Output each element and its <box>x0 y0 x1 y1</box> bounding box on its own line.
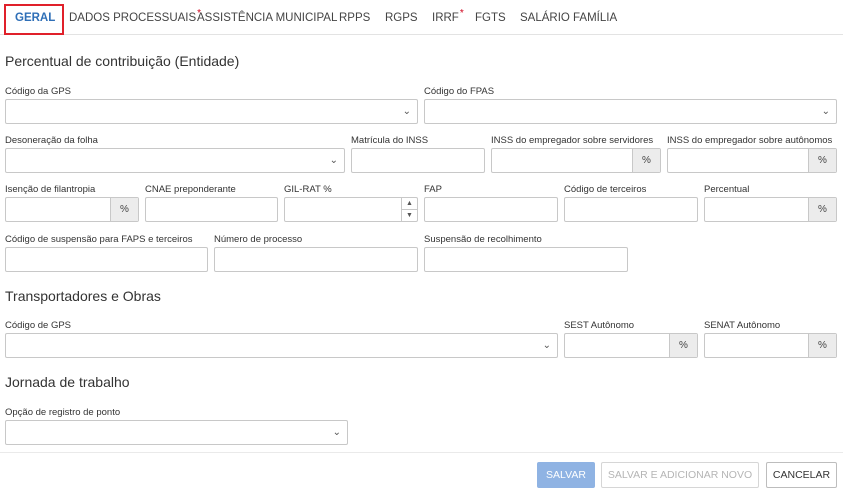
matricula-inss-field[interactable] <box>352 149 484 172</box>
tab-label: DADOS PROCESSUAIS <box>69 12 197 24</box>
label-gil-rat: GIL-RAT % <box>284 184 332 195</box>
required-mark: * <box>459 8 464 19</box>
tab-label: RGPS <box>385 12 418 24</box>
chevron-down-icon: ⌄ <box>542 340 551 351</box>
chevron-down-icon: ⌄ <box>332 427 341 438</box>
label-opcao-ponto: Opção de registro de ponto <box>5 407 121 418</box>
desoneracao-select[interactable]: ⌄ <box>5 148 345 173</box>
matricula-inss-input[interactable] <box>351 148 485 173</box>
inss-servidores-input[interactable]: % <box>491 148 661 173</box>
percent-suffix: % <box>669 334 697 357</box>
codigo-terceiros-input[interactable] <box>564 197 698 222</box>
codigo-terceiros-field[interactable] <box>565 198 697 221</box>
suspensao-recolhimento-field[interactable] <box>425 248 627 271</box>
isencao-input[interactable]: % <box>5 197 139 222</box>
label-inss-servidores: INSS do empregador sobre servidores <box>491 135 654 146</box>
tab-dados-processuais[interactable]: DADOS PROCESSUAIS* <box>69 8 201 24</box>
label-desoneracao: Desoneração da folha <box>5 135 98 146</box>
label-codigo-gps-obras: Código de GPS <box>5 320 72 331</box>
label-cnae: CNAE preponderante <box>145 184 236 195</box>
percent-suffix: % <box>632 149 660 172</box>
label-codigo-fpas: Código do FPAS <box>424 86 495 97</box>
codigo-gps-obras-select[interactable]: ⌄ <box>5 333 558 358</box>
percent-suffix: % <box>808 149 836 172</box>
tab-label: GERAL <box>15 12 56 24</box>
gil-rat-spinner[interactable]: ▲ ▼ <box>401 198 417 221</box>
percent-suffix: % <box>110 198 138 221</box>
label-senat: SENAT Autônomo <box>704 320 781 331</box>
save-and-add-new-button[interactable]: SALVAR E ADICIONAR NOVO <box>601 462 759 488</box>
tab-label: FGTS <box>475 12 506 24</box>
tab-label: SALÁRIO FAMÍLIA <box>520 12 618 24</box>
fap-input[interactable] <box>424 197 558 222</box>
label-numero-processo: Número de processo <box>214 234 303 245</box>
tab-salario-familia[interactable]: SALÁRIO FAMÍLIA <box>520 12 617 24</box>
suspensao-recolhimento-input[interactable] <box>424 247 628 272</box>
cnae-field[interactable] <box>146 198 277 221</box>
label-fap: FAP <box>424 184 442 195</box>
tab-label: IRRF <box>432 12 459 24</box>
label-codigo-gps: Código da GPS <box>5 86 72 97</box>
section-title-jornada: Jornada de trabalho <box>5 374 130 390</box>
inss-autonomos-input[interactable]: % <box>667 148 837 173</box>
numero-processo-input[interactable] <box>214 247 418 272</box>
spin-down-icon[interactable]: ▼ <box>402 210 417 222</box>
cnae-input[interactable] <box>145 197 278 222</box>
tab-geral[interactable]: GERAL <box>15 12 55 24</box>
numero-processo-field[interactable] <box>215 248 417 271</box>
opcao-ponto-select[interactable]: ⌄ <box>5 420 348 445</box>
tab-rpps[interactable]: RPPS <box>339 12 370 24</box>
label-isencao: Isenção de filantropia <box>5 184 96 195</box>
label-codigo-terceiros: Código de terceiros <box>564 184 647 195</box>
sest-input[interactable]: % <box>564 333 698 358</box>
codigo-suspensao-field[interactable] <box>6 248 207 271</box>
gil-rat-input[interactable]: ▲ ▼ <box>284 197 418 222</box>
section-title-contribuicao: Percentual de contribuição (Entidade) <box>5 53 240 69</box>
label-suspensao-recolhimento: Suspensão de recolhimento <box>424 234 542 245</box>
tab-label: RPPS <box>339 12 371 24</box>
spin-up-icon[interactable]: ▲ <box>402 198 417 210</box>
label-matricula-inss: Matrícula do INSS <box>351 135 429 146</box>
label-codigo-suspensao: Código de suspensão para FAPS e terceiro… <box>5 234 193 245</box>
tab-fgts[interactable]: FGTS <box>475 12 506 24</box>
tab-rgps[interactable]: RGPS <box>385 12 418 24</box>
tab-assistencia-municipal[interactable]: ASSISTÊNCIA MUNICIPAL <box>197 12 337 24</box>
percentual-input[interactable]: % <box>704 197 837 222</box>
percent-suffix: % <box>808 334 836 357</box>
chevron-down-icon: ⌄ <box>821 106 830 117</box>
chevron-down-icon: ⌄ <box>402 106 411 117</box>
label-inss-autonomos: INSS do empregador sobre autônomos <box>667 135 833 146</box>
codigo-gps-select[interactable]: ⌄ <box>5 99 418 124</box>
tab-bar: GERAL DADOS PROCESSUAIS* ASSISTÊNCIA MUN… <box>0 0 843 35</box>
label-sest: SEST Autônomo <box>564 320 635 331</box>
section-title-transportadores: Transportadores e Obras <box>5 288 161 304</box>
cancel-button[interactable]: CANCELAR <box>766 462 837 488</box>
fap-field[interactable] <box>425 198 557 221</box>
codigo-fpas-select[interactable]: ⌄ <box>424 99 837 124</box>
gil-rat-field[interactable] <box>285 198 417 221</box>
senat-input[interactable]: % <box>704 333 837 358</box>
chevron-down-icon: ⌄ <box>329 155 338 166</box>
save-button[interactable]: SALVAR <box>537 462 595 488</box>
footer-divider <box>0 452 843 453</box>
tab-irrf[interactable]: IRRF* <box>432 8 464 24</box>
percent-suffix: % <box>808 198 836 221</box>
label-percentual: Percentual <box>704 184 750 195</box>
codigo-suspensao-input[interactable] <box>5 247 208 272</box>
tab-label: ASSISTÊNCIA MUNICIPAL <box>197 12 338 24</box>
